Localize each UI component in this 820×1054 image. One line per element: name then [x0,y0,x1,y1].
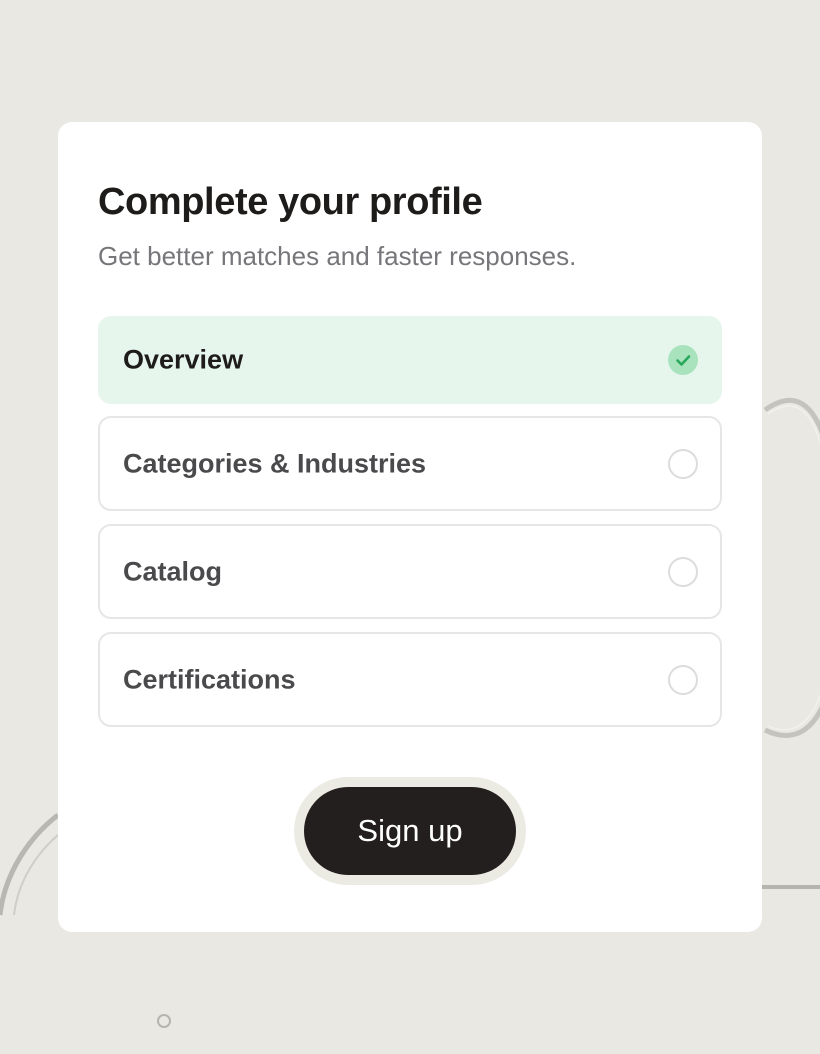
page-title: Complete your profile [98,181,483,223]
bg-glass-ring-left [0,813,60,916]
profile-card: Complete your profile Get better matches… [58,122,762,932]
step-label: Catalog [123,556,223,586]
empty-circle-icon [668,556,698,587]
bg-small-ring [157,1014,171,1028]
bg-glass-ring-right [763,397,820,738]
empty-circle-icon [668,664,698,695]
profile-steps-list: Overview Categories & Industries Catalog… [98,316,722,740]
step-label: Categories & Industries [123,448,427,478]
step-label: Certifications [123,664,296,694]
page-subtitle: Get better matches and faster responses. [98,241,577,271]
bg-glass-ring-right-highlight [767,405,820,731]
signup-button[interactable]: Sign up [304,787,516,875]
step-label: Overview [123,344,244,375]
step-catalog[interactable]: Catalog [98,524,722,619]
signup-button-ring: Sign up [294,777,526,885]
check-circle-icon [668,345,698,375]
step-certifications[interactable]: Certifications [98,632,722,727]
step-categories-industries[interactable]: Categories & Industries [98,416,722,511]
step-overview[interactable]: Overview [98,316,722,404]
empty-circle-icon [668,448,698,479]
bg-glass-ring-left-inner [13,834,59,916]
